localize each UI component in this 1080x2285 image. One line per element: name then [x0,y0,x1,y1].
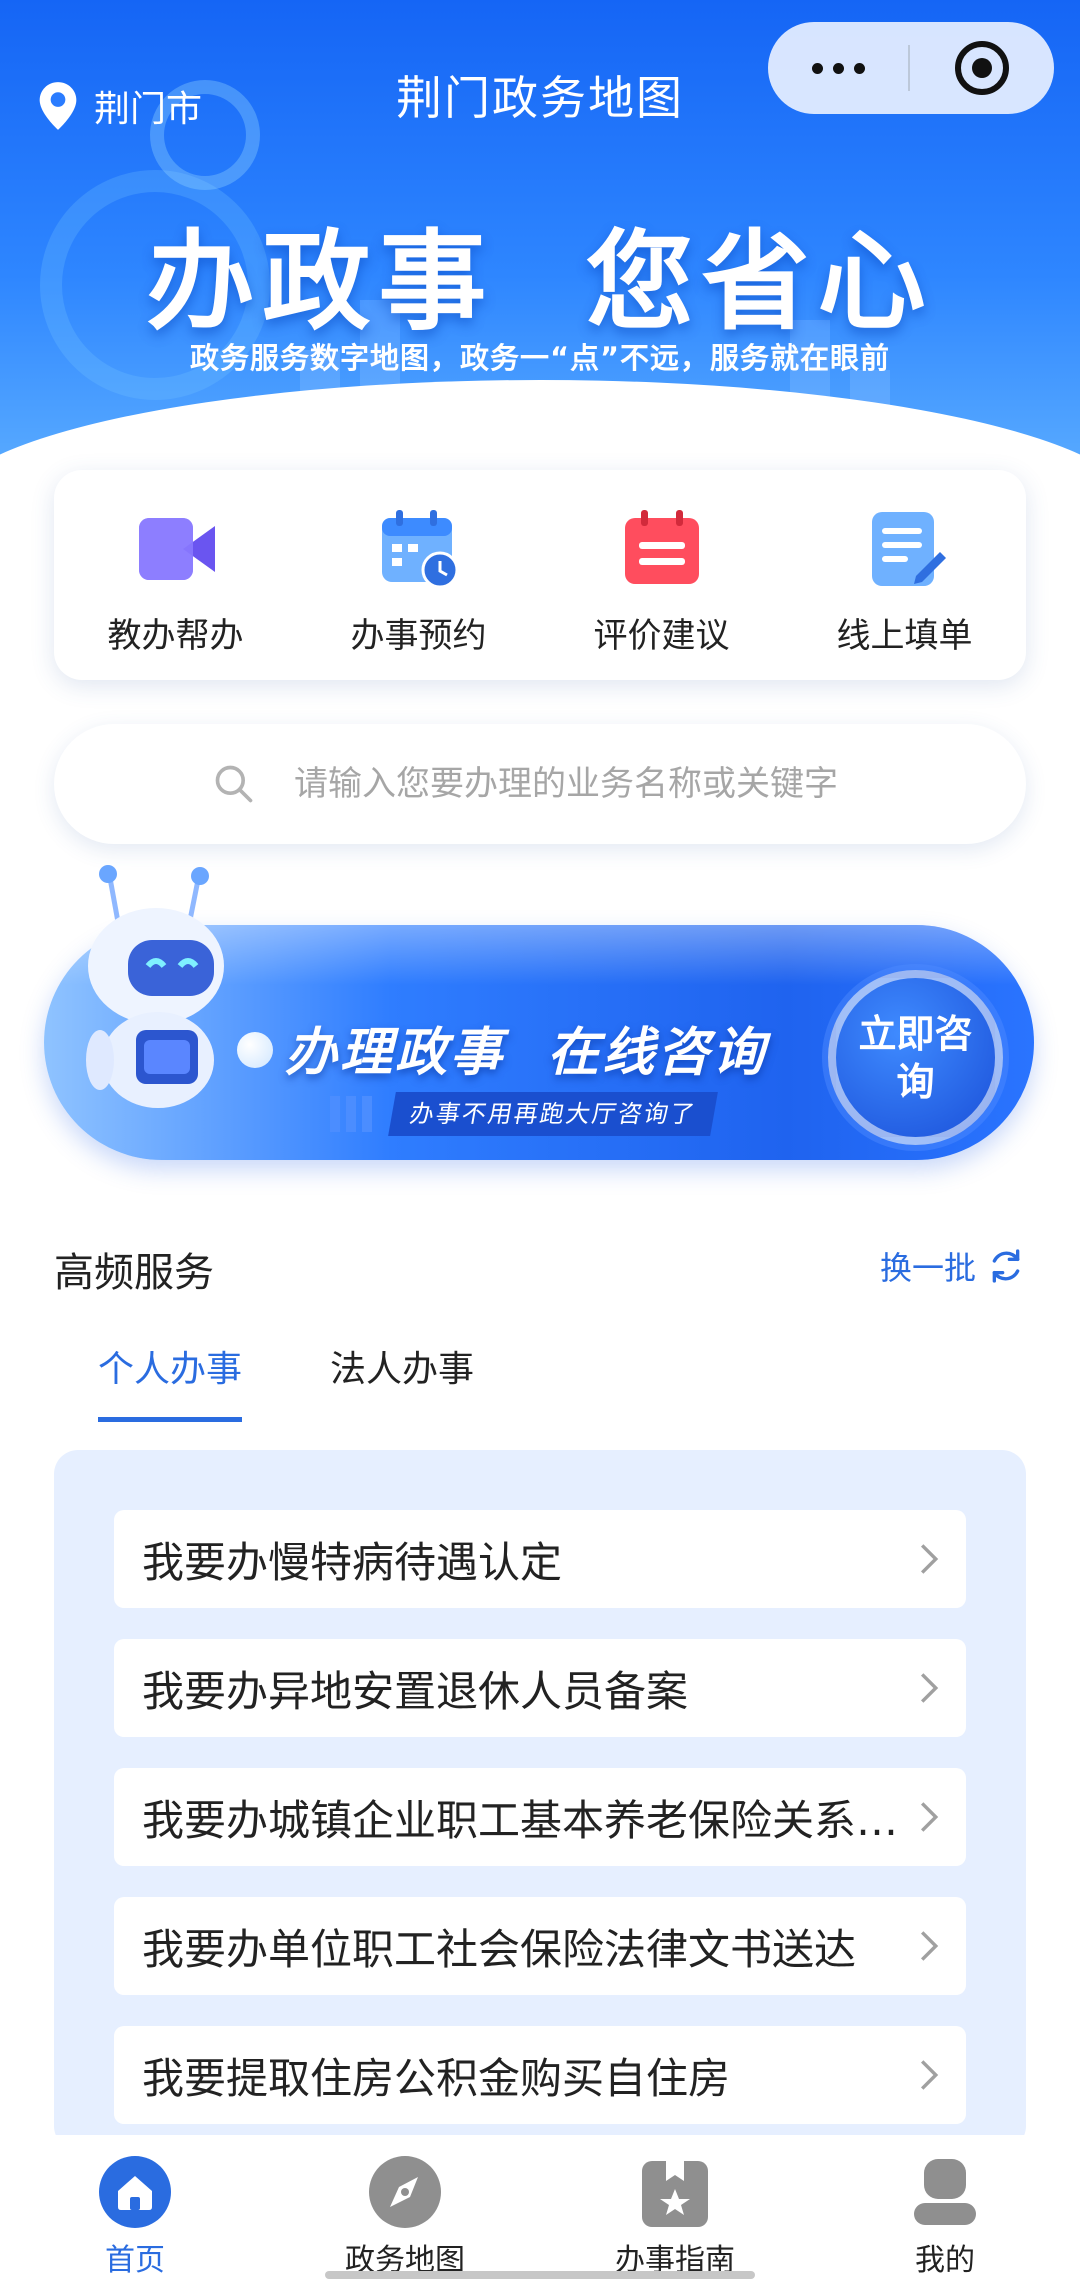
compass-icon [369,2156,441,2228]
consult-banner[interactable]: 办理政事 在线咨询 办事不用再跑大厅咨询了 立即咨询 [0,860,1080,1180]
bottom-tab-bar: 首页 政务地图 办事指南 我的 [0,2135,1080,2285]
service-item-label: 我要办慢特病待遇认定 [142,1537,563,1587]
refresh-batch-button[interactable]: 换一批 [880,1243,1026,1289]
mini-program-capsule [768,22,1054,114]
service-item[interactable]: 我要办城镇企业职工基本养老保险关系转移 [114,1768,966,1866]
consult-now-button[interactable]: 立即咨询 [828,970,1003,1145]
search-icon [215,765,253,803]
tabbar-item-guide[interactable]: 办事指南 [540,2135,810,2285]
close-mini-program-button[interactable] [910,22,1054,114]
more-dot-icon [811,62,823,74]
more-dot-icon [832,62,844,74]
calendar-clock-icon [381,510,458,589]
service-list-panel: 我要办慢特病待遇认定 我要办异地安置退休人员备案 我要办城镇企业职工基本养老保险… [54,1450,1026,2150]
banner-sub-text: 办事不用再跑大厅咨询了 [388,1092,718,1136]
banner-main-text: 办理政事 在线咨询 [285,1023,768,1083]
service-item[interactable]: 我要办异地安置退休人员备案 [114,1639,966,1737]
quick-action-label: 评价建议 [593,616,730,656]
quick-action-feedback[interactable]: 评价建议 [540,470,783,680]
service-item[interactable]: 我要办慢特病待遇认定 [114,1510,966,1608]
tabbar-label: 我的 [915,2243,975,2278]
guide-book-icon [642,2161,708,2227]
user-icon [914,2159,976,2225]
target-close-icon [955,41,1009,95]
tabbar-label: 首页 [105,2243,165,2278]
refresh-icon [992,1249,1020,1283]
hero-subtitle: 政务服务数字地图，政务一“点”不远，服务就在眼前 [189,341,891,375]
chevron-right-icon [920,1931,939,1961]
rating-calendar-icon [624,510,699,584]
search-input[interactable] [294,764,974,804]
quick-action-appointment[interactable]: 办事预约 [297,470,540,680]
page: 荆门市 荆门政务地图 办政事 您省心 政务服务数字地图，政务一“点”不远，服务就… [0,0,1080,2285]
tab-personal[interactable]: 个人办事 [98,1340,243,1422]
quick-action-guided-help[interactable]: 教办帮办 [54,470,297,680]
service-item[interactable]: 我要提取住房公积金购买自住房 [114,2026,966,2124]
tabbar-item-profile[interactable]: 我的 [810,2135,1080,2285]
more-dot-icon [853,62,865,74]
tabbar-item-map[interactable]: 政务地图 [270,2135,540,2285]
quick-action-label: 教办帮办 [107,616,244,656]
hero-slogan: 办政事 您省心 [146,220,934,345]
search-bar[interactable] [54,724,1026,844]
video-call-icon [138,518,215,580]
quick-action-online-form[interactable]: 线上填单 [783,470,1026,680]
service-item-label: 我要办异地安置退休人员备案 [142,1666,689,1716]
quick-action-label: 办事预约 [350,616,487,656]
service-tabs: 个人办事 法人办事 [98,1340,474,1422]
service-item-label: 我要办城镇企业职工基本养老保险关系转移 [142,1795,904,1845]
service-item-label: 我要提取住房公积金购买自住房 [142,2053,731,2103]
location-pin-icon [39,82,77,130]
home-icon [99,2156,171,2228]
decor-stripes [330,1096,372,1132]
quick-actions-card: 教办帮办 办事预约 评价建议 线上填单 [54,470,1026,680]
location-city: 荆门市 [94,89,203,130]
chevron-right-icon [920,1673,939,1703]
chevron-right-icon [920,1544,939,1574]
decor-orb [237,1032,273,1068]
tab-enterprise[interactable]: 法人办事 [330,1340,474,1422]
service-item[interactable]: 我要办单位职工社会保险法律文书送达 [114,1897,966,1995]
robot-mascot-icon [86,865,224,1108]
home-indicator [325,2271,755,2279]
chevron-right-icon [920,1802,939,1832]
more-menu-button[interactable] [768,22,908,114]
location-selector[interactable]: 荆门市 [36,80,202,132]
form-edit-icon [871,512,946,586]
quick-action-label: 线上填单 [836,616,973,656]
tabbar-item-home[interactable]: 首页 [0,2135,270,2285]
refresh-label: 换一批 [879,1249,976,1287]
service-item-label: 我要办单位职工社会保险法律文书送达 [142,1924,857,1974]
chevron-right-icon [920,2060,939,2090]
section-title: 高频服务 [54,1250,214,1296]
